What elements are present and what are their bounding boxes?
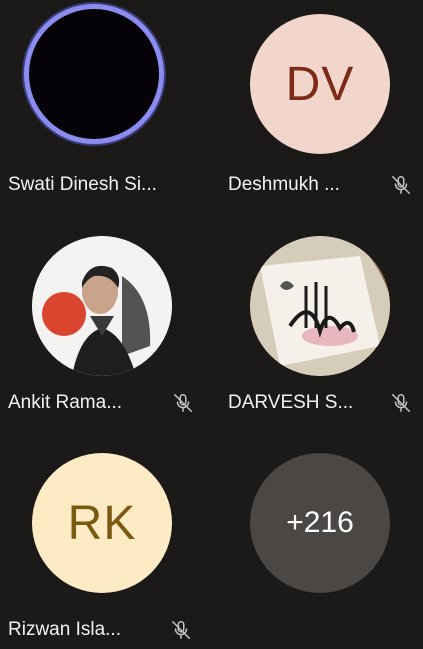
participant-name: Rizwan Isla... xyxy=(8,619,121,640)
participant-tile-swati[interactable]: Swati Dinesh Si... xyxy=(0,0,211,216)
participant-name: DARVESH S... xyxy=(228,392,354,413)
avatar-initials: DV xyxy=(285,57,355,111)
mic-off-icon xyxy=(170,390,196,416)
participant-grid: Swati Dinesh Si... DV Deshmukh ... Ankit… xyxy=(0,0,423,649)
participant-tile-deshmukh[interactable]: DV Deshmukh ... xyxy=(212,0,423,216)
mic-off-icon xyxy=(388,390,414,416)
avatar-initials: RK xyxy=(67,496,137,550)
more-participants-tile[interactable]: +216 xyxy=(212,433,423,649)
participant-avatar xyxy=(24,4,164,144)
more-participants-count: +216 xyxy=(286,506,354,539)
mic-off-icon xyxy=(388,172,414,198)
participant-tile-darvesh[interactable]: DARVESH S... xyxy=(212,218,423,434)
participant-tile-ankit[interactable]: Ankit Rama... xyxy=(0,218,211,434)
participant-avatar-photo xyxy=(250,236,390,376)
participant-avatar-photo xyxy=(32,236,172,376)
participant-name: Ankit Rama... xyxy=(8,392,123,413)
participant-name: Deshmukh ... xyxy=(228,174,340,195)
participant-tile-rizwan[interactable]: RK Rizwan Isla... xyxy=(0,433,211,649)
more-participants-button[interactable]: +216 xyxy=(250,453,390,593)
participant-avatar: RK xyxy=(32,453,172,593)
mic-off-icon xyxy=(168,617,194,643)
participant-name: Swati Dinesh Si... xyxy=(8,174,157,195)
participant-avatar: DV xyxy=(250,14,390,154)
